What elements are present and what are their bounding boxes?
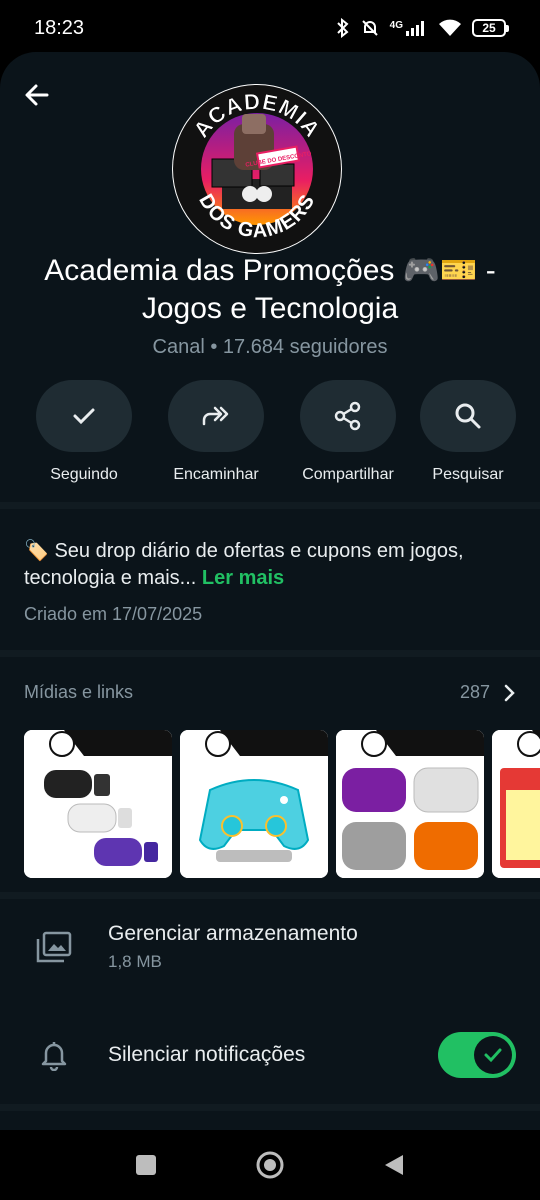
bell-icon — [0, 1039, 108, 1071]
home-button[interactable] — [250, 1145, 290, 1185]
square-icon — [136, 1155, 156, 1175]
media-thumbnail[interactable] — [180, 730, 328, 878]
share-button[interactable]: Compartilhar — [293, 380, 403, 484]
recents-button[interactable] — [126, 1145, 166, 1185]
divider — [0, 502, 540, 509]
divider — [0, 1104, 540, 1111]
search-circle[interactable] — [420, 380, 516, 452]
share-circle[interactable] — [300, 380, 396, 452]
channel-info-sheet: CLUBE DO DESCONTO ACADEMIA DOS GAMERS Ac… — [0, 52, 540, 1130]
media-title: Mídias e links — [24, 682, 134, 702]
media-thumbnail[interactable] — [492, 730, 540, 878]
forward-circle[interactable] — [168, 380, 264, 452]
divider — [0, 892, 540, 899]
bluetooth-icon — [336, 18, 350, 38]
status-time: 18:23 — [34, 16, 85, 39]
channel-title-line2: Jogos e Tecnologia — [141, 292, 399, 325]
forward-button[interactable]: Encaminhar — [161, 380, 271, 484]
media-thumbnail[interactable] — [336, 730, 484, 878]
channel-title-line1: Academia das Promoções 🎮🎫 - — [44, 254, 496, 287]
manage-storage-row[interactable]: Gerenciar armazenamento 1,8 MB — [0, 922, 540, 972]
check-icon — [73, 408, 95, 425]
mute-notifications-row[interactable]: Silenciar notificações — [0, 1032, 540, 1078]
follow-circle[interactable] — [36, 380, 132, 452]
follow-label: Seguindo — [50, 466, 118, 483]
channel-title: Academia das Promoções 🎮🎫 - Jogos e Tecn… — [20, 252, 520, 328]
media-thumbnail[interactable] — [24, 730, 172, 878]
storage-icon — [0, 931, 108, 963]
status-icons: 4G 25 — [336, 18, 509, 38]
blue-controller-image — [180, 730, 328, 878]
share-icon — [334, 401, 361, 431]
wifi-icon — [438, 19, 462, 37]
search-icon — [455, 403, 481, 429]
product-image — [492, 730, 540, 878]
share-label: Compartilhar — [302, 466, 394, 483]
mute-label: Silenciar notificações — [108, 1043, 306, 1066]
arrow-left-icon — [25, 84, 49, 106]
mute-toggle[interactable] — [438, 1032, 516, 1078]
triangle-back-icon — [385, 1155, 403, 1175]
circle-icon — [256, 1151, 284, 1179]
channel-description: 🏷️ Seu drop diário de ofertas e cupons e… — [24, 538, 514, 592]
search-button[interactable]: Pesquisar — [413, 380, 523, 484]
controllers-image — [24, 730, 172, 878]
chevron-right-icon — [504, 684, 515, 701]
created-date: Criado em 17/07/2025 — [24, 604, 203, 624]
battery-level: 25 — [482, 21, 496, 35]
toggle-knob — [474, 1036, 512, 1074]
forward-icon — [202, 406, 229, 426]
read-more-link[interactable]: Ler mais — [202, 567, 284, 589]
cell-signal-icon: 4G — [390, 20, 428, 36]
tag-icon: 🏷️ — [24, 540, 49, 562]
back-button[interactable] — [18, 76, 56, 114]
channel-subtitle: Canal • 17.684 seguidores — [152, 336, 388, 358]
bell-off-icon — [360, 18, 380, 38]
media-count-link[interactable]: 287 — [460, 682, 516, 703]
academia-logo: CLUBE DO DESCONTO ACADEMIA DOS GAMERS — [173, 85, 341, 253]
media-count: 287 — [459, 682, 490, 702]
media-header[interactable]: Mídias e links 287 — [24, 682, 516, 703]
storage-label: Gerenciar armazenamento — [108, 922, 358, 945]
action-buttons: Seguindo Encaminhar Compartilhar Pesquis… — [0, 380, 540, 490]
search-label: Pesquisar — [432, 466, 504, 483]
network-type: 4G — [389, 20, 403, 31]
back-nav-button[interactable] — [374, 1145, 414, 1185]
forward-label: Encaminhar — [173, 466, 259, 483]
four-controllers-image — [336, 730, 484, 878]
media-thumbnails — [24, 730, 540, 880]
battery-icon: 25 — [472, 19, 509, 37]
status-bar: 18:23 4G 25 — [0, 0, 540, 56]
channel-avatar[interactable]: CLUBE DO DESCONTO ACADEMIA DOS GAMERS — [172, 84, 342, 254]
follow-button[interactable]: Seguindo — [29, 380, 139, 484]
check-icon — [484, 1048, 502, 1063]
divider — [0, 650, 540, 657]
system-nav-bar — [0, 1130, 540, 1200]
storage-value: 1,8 MB — [108, 952, 162, 971]
